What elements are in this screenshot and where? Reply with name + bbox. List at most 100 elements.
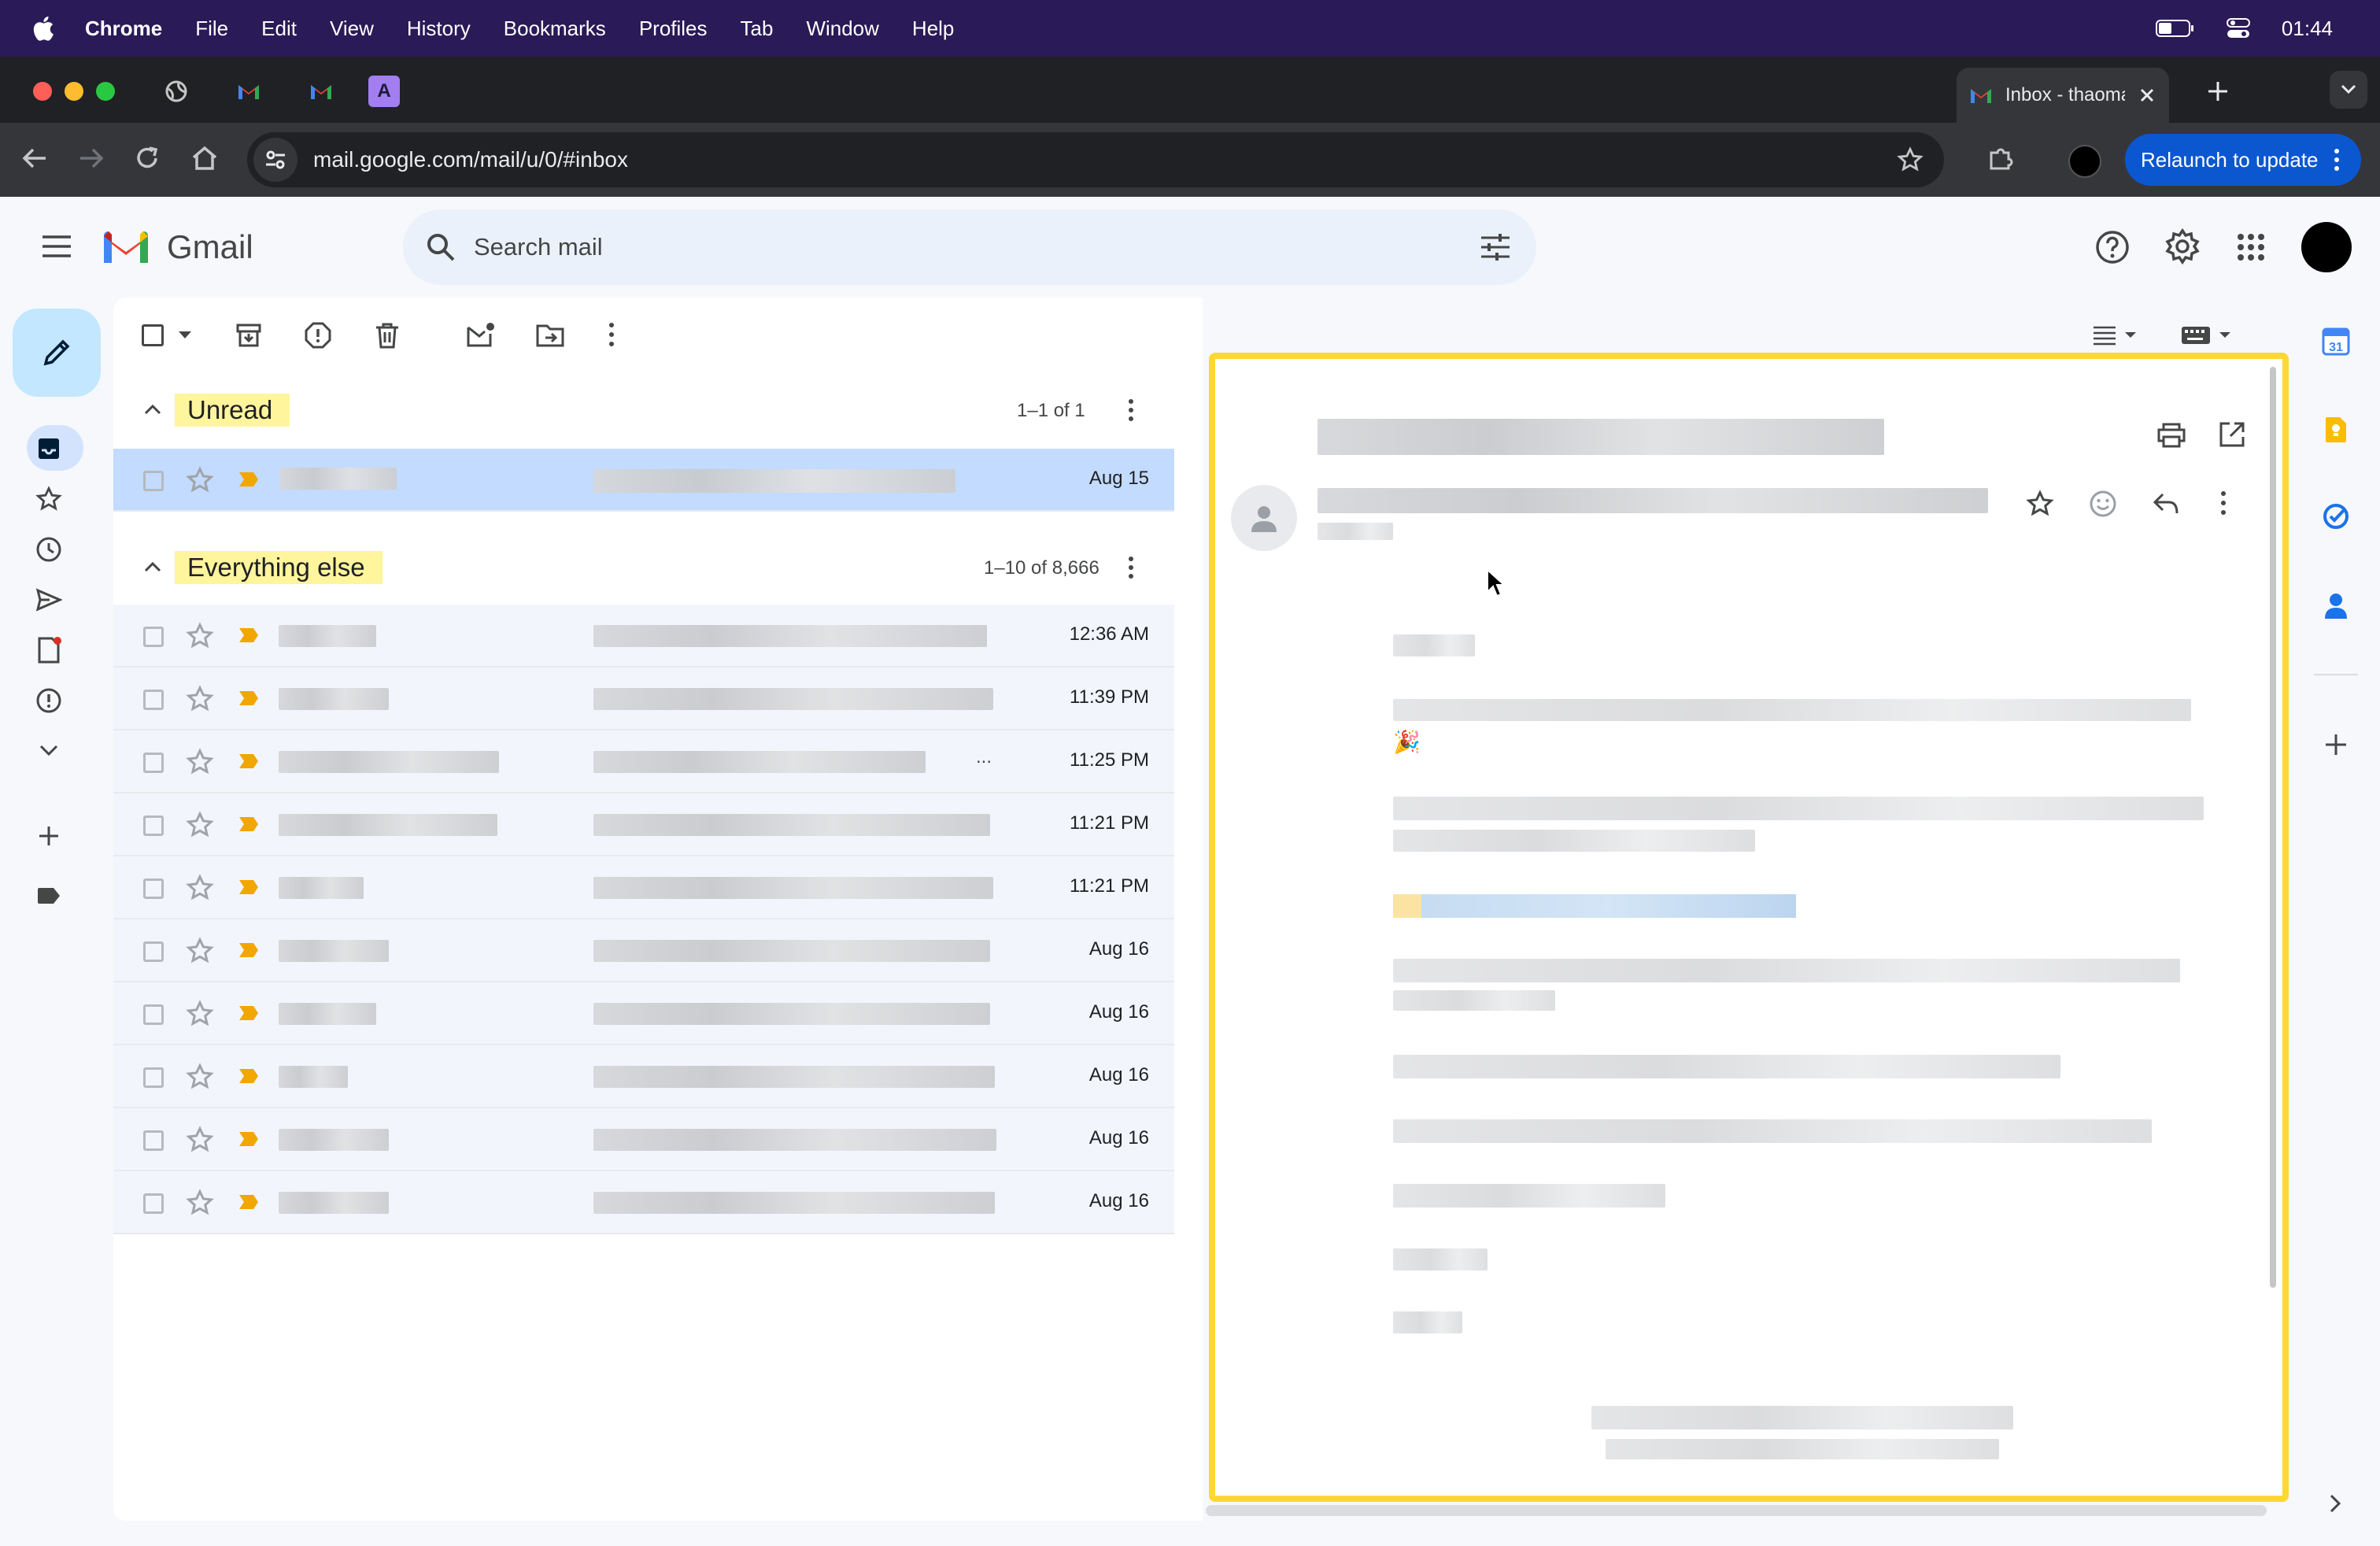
menu-help[interactable]: Help [912, 17, 954, 41]
input-tools-keyboard-icon[interactable] [2180, 323, 2234, 346]
importance-marker-icon[interactable] [238, 753, 260, 770]
gmail-logo[interactable]: Gmail [101, 225, 253, 269]
importance-marker-icon[interactable] [238, 627, 260, 644]
collapse-unread-icon[interactable] [143, 403, 162, 416]
table-row[interactable]: 11:21 PM [113, 856, 1174, 919]
mark-as-unread-icon[interactable] [466, 321, 496, 348]
importance-marker-icon[interactable] [238, 816, 260, 833]
importance-marker-icon[interactable] [238, 1193, 260, 1211]
table-row[interactable]: Aug 16 [113, 982, 1174, 1045]
tasks-app-button[interactable] [2320, 501, 2352, 532]
star-icon[interactable] [186, 874, 214, 902]
pinned-tab-gmail-1[interactable] [233, 76, 264, 107]
pinned-tab-a[interactable]: A [368, 76, 400, 107]
importance-marker-icon[interactable] [238, 1130, 260, 1148]
split-pane-toggle-icon[interactable] [2092, 323, 2139, 346]
section-title-unread[interactable]: Unread [175, 394, 290, 427]
nav-label[interactable] [35, 882, 63, 910]
contacts-app-button[interactable] [2320, 590, 2352, 622]
menu-window[interactable]: Window [806, 17, 878, 41]
reply-icon[interactable] [2152, 491, 2180, 516]
row-checkbox[interactable] [143, 878, 164, 899]
add-reaction-icon[interactable] [2089, 490, 2117, 518]
table-row[interactable]: Aug 15 [113, 449, 1174, 512]
keep-app-button[interactable] [2320, 414, 2352, 446]
extensions-icon[interactable] [1986, 145, 2015, 173]
window-minimize-button[interactable] [65, 82, 83, 101]
star-icon[interactable] [186, 1126, 214, 1154]
support-icon[interactable] [2095, 230, 2130, 264]
site-info-button[interactable] [253, 138, 298, 182]
row-checkbox[interactable] [143, 1193, 164, 1214]
row-checkbox[interactable] [143, 941, 164, 962]
menu-file[interactable]: File [195, 17, 228, 41]
battery-icon[interactable] [2155, 19, 2195, 38]
account-avatar[interactable] [2301, 222, 2352, 272]
side-panel-expand-button[interactable] [2320, 1488, 2352, 1519]
reading-pane-horizontal-scrollbar[interactable] [1206, 1505, 2267, 1516]
star-icon[interactable] [186, 1063, 214, 1091]
row-checkbox[interactable] [143, 816, 164, 836]
body-link-redacted[interactable] [1421, 894, 1796, 918]
bookmark-star-icon[interactable] [1897, 146, 1924, 173]
importance-marker-icon[interactable] [238, 1004, 260, 1022]
menu-profiles[interactable]: Profiles [639, 17, 708, 41]
star-icon[interactable] [186, 1000, 214, 1028]
chrome-profile-avatar[interactable] [2068, 145, 2101, 178]
window-zoom-button[interactable] [96, 82, 115, 101]
table-row[interactable]: 11:21 PM [113, 793, 1174, 856]
star-icon[interactable] [2026, 490, 2054, 518]
table-row[interactable]: Aug 16 [113, 919, 1174, 982]
select-all-checkbox[interactable] [142, 324, 164, 346]
nav-sent[interactable] [35, 586, 63, 614]
star-icon[interactable] [186, 466, 214, 494]
section-title-everything-else[interactable]: Everything else [175, 551, 382, 584]
delete-icon[interactable] [373, 321, 401, 350]
open-in-new-window-icon[interactable] [2218, 420, 2246, 449]
row-checkbox[interactable] [143, 627, 164, 647]
pinned-tab-globe[interactable] [161, 76, 192, 107]
main-menu-icon[interactable] [41, 235, 72, 258]
pinned-tab-gmail-2[interactable] [305, 76, 337, 107]
star-icon[interactable] [186, 748, 214, 776]
print-icon[interactable] [2156, 422, 2186, 449]
row-checkbox[interactable] [143, 1004, 164, 1025]
clock[interactable]: 01:44 [2282, 17, 2333, 41]
menu-bookmarks[interactable]: Bookmarks [504, 17, 606, 41]
nav-more[interactable] [35, 737, 63, 765]
back-arrow-icon[interactable] [20, 146, 49, 170]
search-bar[interactable]: Search mail [403, 209, 1536, 285]
section-options-icon[interactable] [1127, 398, 1135, 422]
calendar-app-button[interactable]: 31 [2320, 326, 2352, 357]
report-spam-icon[interactable] [304, 321, 332, 350]
more-vert-icon[interactable] [2219, 490, 2227, 516]
relaunch-to-update-button[interactable]: Relaunch to update [2125, 134, 2361, 186]
url-text[interactable]: mail.google.com/mail/u/0/#inbox [313, 147, 628, 172]
section-options-icon[interactable] [1127, 556, 1135, 579]
new-tab-icon[interactable] [2205, 79, 2230, 104]
menu-view[interactable]: View [330, 17, 374, 41]
close-tab-icon[interactable] [2138, 86, 2156, 105]
row-checkbox[interactable] [143, 471, 164, 491]
settings-gear-icon[interactable] [2164, 228, 2201, 264]
table-row[interactable]: Aug 16 [113, 1045, 1174, 1108]
row-checkbox[interactable] [143, 690, 164, 710]
importance-marker-icon[interactable] [238, 1067, 260, 1085]
star-icon[interactable] [186, 1189, 214, 1217]
forward-arrow-icon[interactable] [77, 146, 105, 170]
reload-icon[interactable] [134, 145, 161, 172]
menu-history[interactable]: History [407, 17, 471, 41]
address-bar[interactable]: mail.google.com/mail/u/0/#inbox [247, 132, 1944, 187]
nav-starred[interactable] [35, 485, 63, 513]
table-row[interactable]: Aug 16 [113, 1171, 1174, 1234]
tab-search-button[interactable] [2330, 71, 2367, 109]
move-to-icon[interactable] [535, 323, 565, 348]
window-close-button[interactable] [33, 82, 52, 101]
row-checkbox[interactable] [143, 1130, 164, 1151]
row-checkbox[interactable] [143, 753, 164, 773]
table-row[interactable]: Aug 16 [113, 1108, 1174, 1171]
table-row[interactable]: 11:39 PM [113, 668, 1174, 730]
table-row[interactable]: ... 11:25 PM [113, 730, 1174, 793]
home-icon[interactable] [190, 145, 219, 172]
table-row[interactable]: 12:36 AM [113, 605, 1174, 668]
